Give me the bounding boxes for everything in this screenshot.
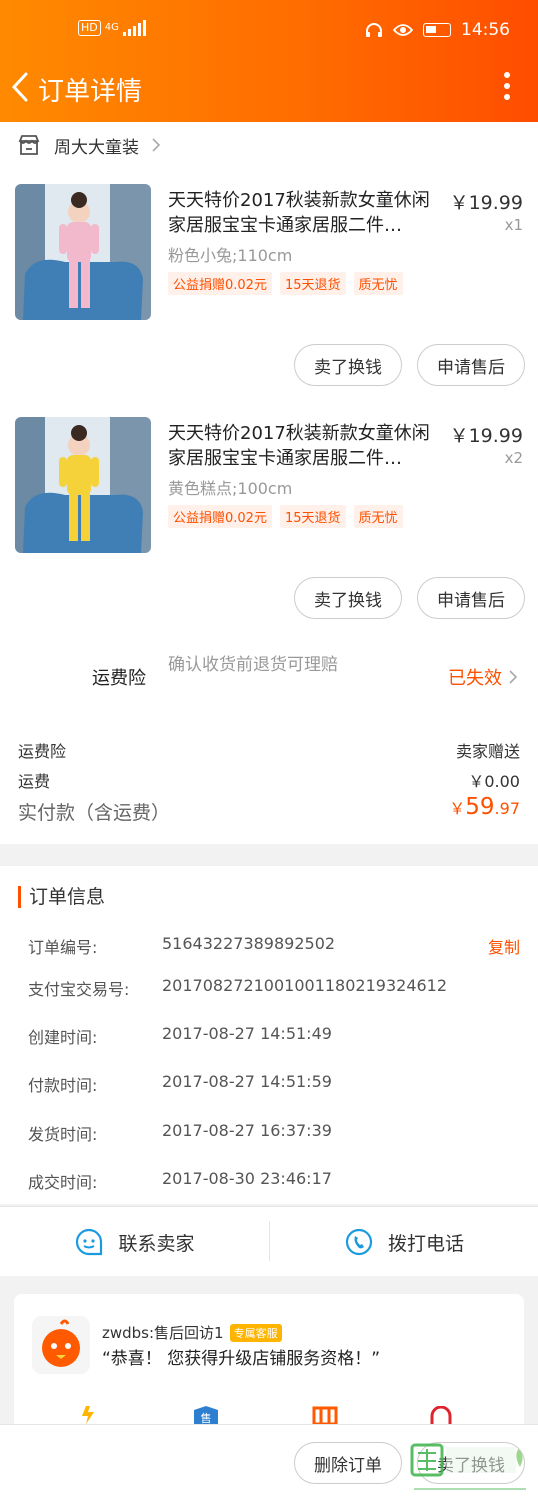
service-name-text: zwdbs:售后回访1 <box>102 1324 224 1342</box>
product-price: ￥19.99 <box>449 425 523 447</box>
contact-seller-button[interactable]: 联系卖家 <box>0 1207 269 1277</box>
hd-indicator: HD <box>78 20 101 36</box>
chevron-right-icon <box>509 670 518 684</box>
svg-text:售: 售 <box>201 1411 212 1424</box>
fee-insurance-value: 卖家赠送 <box>455 742 520 761</box>
info-key: 付款时间: <box>28 1076 98 1095</box>
tag-return: 15天退货 <box>279 505 346 528</box>
resell-button[interactable]: 卖了换钱 <box>294 344 402 386</box>
clock: 14:56 <box>461 20 510 40</box>
shield-icon: 售 <box>194 1406 218 1424</box>
info-key: 创建时间: <box>28 1028 98 1047</box>
order-items-card: 周大大童装 天天特价2017秋装新款女童休闲家居服宝宝卡通家居服二件… ￥19.… <box>0 122 538 844</box>
fee-insurance-label: 运费险 <box>18 742 67 761</box>
info-key: 支付宝交易号: <box>28 980 130 999</box>
delete-order-button[interactable]: 删除订单 <box>294 1442 402 1484</box>
chevron-right-icon <box>152 138 161 152</box>
phone-icon <box>345 1228 373 1256</box>
info-key: 发货时间: <box>28 1125 98 1144</box>
insurance-status-text: 已失效 <box>448 668 502 689</box>
after-sale-button[interactable]: 申请售后 <box>417 577 525 619</box>
product-image[interactable] <box>15 184 151 320</box>
info-value: 2017-08-27 14:51:49 <box>162 1024 332 1043</box>
total-decimal: .97 <box>494 799 520 818</box>
contact-bar: 联系卖家 拨打电话 <box>0 1206 538 1276</box>
resell-button[interactable]: 卖了换钱 <box>294 577 402 619</box>
shop-name: 周大大童装 <box>54 137 139 158</box>
tag-quality: 质无忧 <box>353 505 403 528</box>
after-sale-button[interactable]: 申请售后 <box>417 344 525 386</box>
info-value: 51643227389892502 <box>162 934 336 953</box>
fee-shipping-value: ￥0.00 <box>468 772 520 791</box>
page-title: 订单详情 <box>38 77 143 107</box>
status-bar: HD 4G 14:56 <box>0 18 538 46</box>
product-sku: 黄色糕点;100cm <box>168 479 293 498</box>
product-title[interactable]: 天天特价2017秋装新款女童休闲家居服宝宝卡通家居服二件… <box>168 421 440 471</box>
order-info-card: 订单信息 复制 订单编号: 51643227389892502 支付宝交易号: … <box>0 866 538 1204</box>
insurance-desc: 确认收货前退货可理赔 <box>168 655 338 675</box>
tag-charity: 公益捐赠0.02元 <box>168 505 272 528</box>
app-header: HD 4G 14:56 订单详情 <box>0 0 538 122</box>
service-badge: 专属客服 <box>229 1323 282 1342</box>
product-title[interactable]: 天天特价2017秋装新款女童休闲家居服宝宝卡通家居服二件… <box>168 188 440 238</box>
product-image[interactable] <box>15 417 151 553</box>
product-sku: 粉色小兔;110cm <box>168 246 293 265</box>
site-watermark-logo <box>410 1443 526 1490</box>
insurance-label: 运费险 <box>92 668 146 689</box>
call-phone-label: 拨打电话 <box>387 1232 464 1255</box>
service-message: “恭喜！ 您获得升级店铺服务资格！” <box>102 1349 381 1369</box>
bottom-action-bar: 删除订单 卖了换钱 <box>0 1424 538 1500</box>
tag-return: 15天退货 <box>279 272 346 295</box>
total-currency: ￥ <box>449 799 466 818</box>
info-value: 2017-08-27 14:51:59 <box>162 1072 332 1091</box>
info-value: 2017-08-27 16:37:39 <box>162 1121 332 1140</box>
back-icon[interactable] <box>8 70 34 104</box>
signal-icon <box>122 20 146 36</box>
product-quantity: x1 <box>504 216 523 234</box>
tag-charity: 公益捐赠0.02元 <box>168 272 272 295</box>
info-value: 2017-08-30 23:46:17 <box>162 1169 332 1188</box>
chat-icon <box>76 1228 103 1256</box>
copy-button[interactable]: 复制 <box>488 934 520 958</box>
total-amount: ￥59.97 <box>449 794 520 820</box>
call-phone-button[interactable]: 拨打电话 <box>270 1207 538 1277</box>
product-price: ￥19.99 <box>449 192 523 214</box>
total-label: 实付款（含运费） <box>18 802 171 824</box>
gift-icon <box>312 1406 338 1424</box>
network-label: 4G <box>104 22 119 33</box>
eye-icon <box>393 24 413 36</box>
tag-quality: 质无忧 <box>353 272 403 295</box>
insurance-status[interactable]: 已失效 <box>448 664 518 690</box>
product-quantity: x2 <box>504 449 523 467</box>
battery-icon <box>423 23 451 37</box>
bell-icon <box>430 1406 452 1424</box>
lightning-icon <box>82 1406 94 1424</box>
fee-shipping-label: 运费 <box>18 772 51 791</box>
info-key: 成交时间: <box>28 1173 98 1192</box>
info-value: 2017082721001001180219324612 <box>162 976 448 995</box>
headphone-icon <box>366 23 382 37</box>
info-key: 订单编号: <box>28 938 98 957</box>
total-integer: 59 <box>465 794 495 820</box>
contact-seller-label: 联系卖家 <box>118 1232 195 1255</box>
service-name: zwdbs:售后回访1 专属客服 <box>102 1322 282 1343</box>
avatar <box>32 1316 90 1374</box>
shop-icon <box>18 135 40 155</box>
shop-link[interactable]: 周大大童装 <box>18 130 161 160</box>
more-menu-icon[interactable] <box>502 72 512 102</box>
order-info-title: 订单信息 <box>18 886 105 908</box>
